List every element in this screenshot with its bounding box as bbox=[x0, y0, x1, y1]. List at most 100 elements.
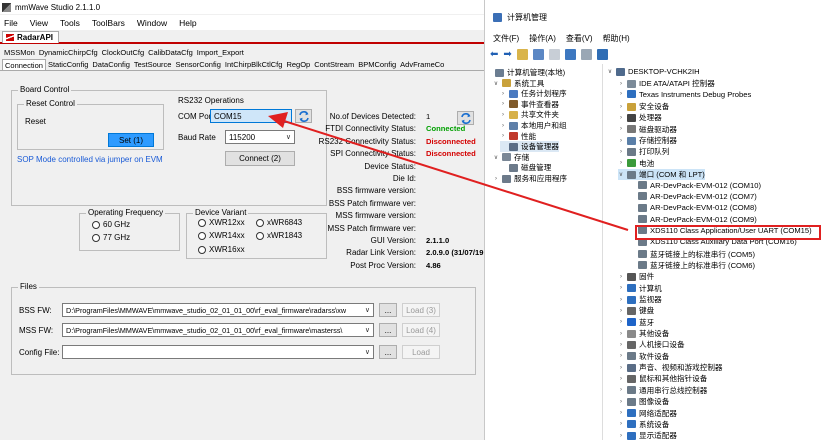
tree-node[interactable]: ∨ 存储 bbox=[493, 152, 529, 163]
monitor-icon[interactable] bbox=[596, 48, 608, 60]
dm-menu-help[interactable]: 帮助(H) bbox=[603, 33, 630, 46]
tree-node[interactable]: › 电池 bbox=[618, 158, 654, 169]
tree-node[interactable]: AR-DevPack-EVM-012 (COM7) bbox=[629, 192, 757, 201]
radio-xwr6843[interactable]: xWR6843 bbox=[256, 218, 302, 227]
tab-staticconfig[interactable]: StaticConfig bbox=[46, 59, 90, 70]
browse-button[interactable]: ... bbox=[379, 345, 397, 359]
com-port-select[interactable]: COM15 ∨ bbox=[210, 109, 292, 123]
radio-xwr16xx[interactable]: XWR16xx bbox=[198, 245, 245, 254]
tree-node[interactable]: › 键盘 bbox=[618, 305, 654, 316]
tree-node[interactable]: › IDE ATA/ATAPI 控制器 bbox=[618, 78, 715, 89]
chevron-right-icon[interactable]: › bbox=[493, 176, 499, 182]
browse-button[interactable]: ... bbox=[379, 323, 397, 337]
menu-tools[interactable]: Tools bbox=[60, 18, 80, 28]
chevron-right-icon[interactable]: › bbox=[618, 138, 624, 144]
load-button[interactable]: Load (3) bbox=[402, 303, 440, 317]
tree-node[interactable]: › 人机接口设备 bbox=[618, 339, 685, 350]
tree-node[interactable]: › 网络适配器 bbox=[618, 408, 677, 419]
file-path-select[interactable]: ∨ bbox=[62, 345, 374, 359]
back-arrow-icon[interactable]: ⬅ bbox=[490, 49, 498, 60]
tree-node[interactable]: › 计算机 bbox=[618, 283, 662, 294]
chevron-right-icon[interactable]: › bbox=[618, 81, 624, 87]
baud-rate-select[interactable]: 115200 ∨ bbox=[225, 130, 295, 144]
tree-node[interactable]: › 打印队列 bbox=[618, 146, 669, 157]
chevron-right-icon[interactable]: › bbox=[500, 101, 506, 107]
chevron-right-icon[interactable]: › bbox=[618, 91, 624, 97]
chevron-right-icon[interactable]: › bbox=[618, 342, 624, 348]
tree-node[interactable]: 设备管理器 bbox=[500, 141, 559, 153]
tab-dataconfig[interactable]: DataConfig bbox=[90, 59, 132, 70]
browse-button[interactable]: ... bbox=[379, 303, 397, 317]
chevron-down-icon[interactable]: ∨ bbox=[493, 154, 499, 161]
chevron-right-icon[interactable]: › bbox=[618, 365, 624, 371]
tree-node[interactable]: › Texas Instruments Debug Probes bbox=[618, 90, 751, 99]
radio-xwr1843[interactable]: xWR1843 bbox=[256, 231, 302, 240]
chevron-right-icon[interactable]: › bbox=[500, 133, 506, 139]
tree-node[interactable]: › 其他设备 bbox=[618, 328, 669, 339]
chevron-right-icon[interactable]: › bbox=[618, 149, 624, 155]
chevron-right-icon[interactable]: › bbox=[500, 112, 506, 118]
tree-node[interactable]: › 任务计划程序 bbox=[500, 88, 567, 99]
tree-node[interactable]: › 鼠标和其他指针设备 bbox=[618, 373, 707, 384]
tree-node[interactable]: › 系统设备 bbox=[618, 419, 669, 430]
tab-connection[interactable]: Connection bbox=[2, 59, 46, 70]
menu-help[interactable]: Help bbox=[179, 18, 196, 28]
radio-xwr12xx[interactable]: XWR12xx bbox=[198, 218, 245, 227]
chevron-right-icon[interactable]: › bbox=[618, 353, 624, 359]
chevron-right-icon[interactable]: › bbox=[618, 399, 624, 405]
tab-mssmon[interactable]: MSSMon bbox=[2, 47, 37, 58]
file-path-select[interactable]: D:\ProgramFiles\MMWAVE\mmwave_studio_02_… bbox=[62, 303, 374, 317]
show-hide-tree-icon[interactable] bbox=[532, 48, 544, 60]
menu-view[interactable]: View bbox=[30, 18, 48, 28]
menu-file[interactable]: File bbox=[4, 18, 18, 28]
tree-node[interactable]: 蓝牙链接上的标准串行 (COM6) bbox=[629, 260, 755, 271]
chevron-right-icon[interactable]: › bbox=[618, 376, 624, 382]
radio-xwr14xx[interactable]: XWR14xx bbox=[198, 231, 245, 240]
tree-node[interactable]: ∨ 系统工具 bbox=[493, 78, 545, 89]
chevron-right-icon[interactable]: › bbox=[500, 123, 506, 129]
chevron-right-icon[interactable]: › bbox=[618, 387, 624, 393]
chevron-right-icon[interactable]: › bbox=[618, 308, 624, 314]
chevron-right-icon[interactable]: › bbox=[618, 421, 624, 427]
tree-node[interactable]: › 共享文件夹 bbox=[500, 109, 559, 120]
tab-intchirpblkctlcfg[interactable]: IntChirpBlkCtlCfg bbox=[223, 59, 285, 70]
tab-radarapi[interactable]: RadarAPI bbox=[2, 31, 60, 43]
chevron-right-icon[interactable]: › bbox=[618, 297, 624, 303]
radio-60ghz[interactable]: 60 GHz bbox=[92, 220, 130, 229]
tree-node[interactable]: AR-DevPack-EVM-012 (COM9) bbox=[629, 215, 757, 224]
tree-node[interactable]: › 声音、视频和游戏控制器 bbox=[618, 362, 723, 373]
tree-node[interactable]: › 磁盘驱动器 bbox=[618, 124, 677, 135]
tree-node[interactable]: › 显示适配器 bbox=[618, 430, 677, 440]
chevron-right-icon[interactable]: › bbox=[618, 160, 624, 166]
tree-node[interactable]: ∨ 端口 (COM 和 LPT) bbox=[618, 169, 705, 181]
tab-contstream[interactable]: ContStream bbox=[312, 59, 356, 70]
tree-node[interactable]: › 存储控制器 bbox=[618, 135, 677, 146]
tree-node[interactable]: › 安全设备 bbox=[618, 101, 669, 112]
tree-node[interactable]: › 图像设备 bbox=[618, 396, 669, 407]
tab-bpmconfig[interactable]: BPMConfig bbox=[356, 59, 398, 70]
tree-node[interactable]: ∨ DESKTOP-VCHK2IH bbox=[607, 67, 700, 76]
refresh-devices-button[interactable] bbox=[457, 111, 474, 125]
tree-node[interactable]: › 软件设备 bbox=[618, 351, 669, 362]
chevron-right-icon[interactable]: › bbox=[618, 433, 624, 439]
tree-node[interactable]: 计算机管理(本地) bbox=[486, 67, 565, 78]
dm-menu-file[interactable]: 文件(F) bbox=[493, 33, 519, 46]
tree-node[interactable]: 蓝牙链接上的标准串行 (COM5) bbox=[629, 249, 755, 260]
dm-menu-action[interactable]: 操作(A) bbox=[529, 33, 556, 46]
file-path-select[interactable]: D:\ProgramFiles\MMWAVE\mmwave_studio_02_… bbox=[62, 323, 374, 337]
tree-node[interactable]: › 监视器 bbox=[618, 294, 662, 305]
tree-node[interactable]: AR-DevPack-EVM-012 (COM10) bbox=[629, 181, 761, 190]
tab-advframeconfig[interactable]: AdvFrameCo bbox=[398, 59, 446, 70]
chevron-right-icon[interactable]: › bbox=[618, 104, 624, 110]
tree-node[interactable]: › 本地用户和组 bbox=[500, 120, 567, 131]
load-button[interactable]: Load bbox=[402, 345, 440, 359]
tab-regop[interactable]: RegOp bbox=[284, 59, 312, 70]
radio-77ghz[interactable]: 77 GHz bbox=[92, 233, 130, 242]
menu-window[interactable]: Window bbox=[137, 18, 167, 28]
view-icon[interactable] bbox=[580, 48, 592, 60]
chevron-down-icon[interactable]: ∨ bbox=[493, 80, 499, 87]
tree-node[interactable]: › 固件 bbox=[618, 271, 654, 282]
chevron-right-icon[interactable]: › bbox=[500, 91, 506, 97]
properties-icon[interactable] bbox=[548, 48, 560, 60]
connect-button[interactable]: Connect (2) bbox=[225, 151, 295, 166]
